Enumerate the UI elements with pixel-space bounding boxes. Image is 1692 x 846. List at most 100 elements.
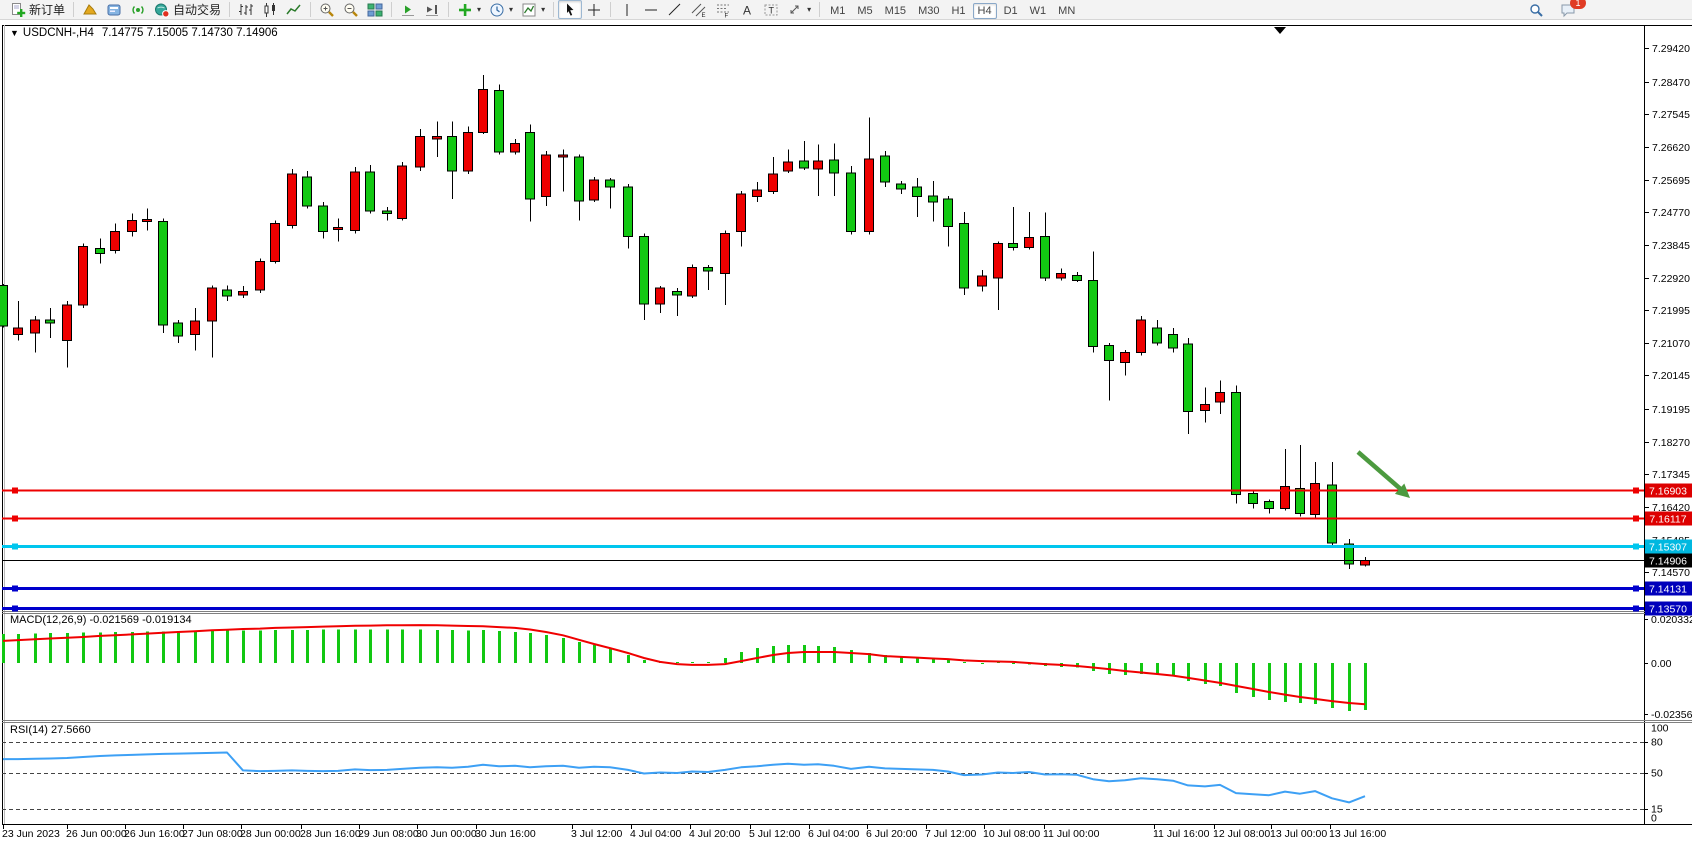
candle-body [303, 177, 312, 206]
macd-signal-line [3, 625, 1365, 704]
line-handle[interactable] [12, 516, 18, 522]
zoom-in-button[interactable] [315, 0, 339, 19]
signals-button[interactable] [126, 0, 150, 19]
timeframe-button-D1[interactable]: D1 [999, 3, 1023, 19]
candle-body [913, 187, 922, 197]
macd-tick-label: -0.023565 [1651, 709, 1692, 721]
timeframe-group: M1M5M15M30H1H4D1W1MN [824, 3, 1081, 17]
price-badge-label: 7.16903 [1649, 485, 1687, 497]
community-chat-button[interactable]: 1 [1556, 0, 1580, 19]
candlestick-chart-button[interactable] [258, 0, 282, 19]
price-tick-label: 7.27545 [1652, 109, 1690, 121]
line-chart-button[interactable] [282, 0, 306, 19]
timeframe-button-H4[interactable]: H4 [973, 3, 997, 19]
clock-icon [489, 2, 505, 18]
search-icon [1528, 2, 1544, 18]
candle-body [814, 161, 823, 169]
time-tick-label: 13 Jul 00:00 [1270, 828, 1327, 840]
line-handle[interactable] [12, 488, 18, 494]
dropdown-caret-icon: ▾ [509, 5, 513, 14]
zoom-out-button[interactable] [339, 0, 363, 19]
periods-button[interactable]: ▾ [485, 0, 517, 19]
annotation-arrow[interactable] [1358, 452, 1404, 492]
timeframe-button-M1[interactable]: M1 [825, 3, 850, 19]
line-handle[interactable] [1633, 586, 1639, 592]
indicators-button[interactable]: ▾ [453, 0, 485, 19]
time-tick-label: 6 Jul 04:00 [808, 828, 860, 840]
candle-body [721, 233, 730, 273]
chart-shift-icon [424, 2, 440, 18]
candle-body [865, 159, 874, 231]
candle-body [351, 172, 360, 231]
chart-canvas[interactable]: 7.294207.284707.275457.266207.256957.247… [0, 0, 1692, 846]
candle-body [1057, 273, 1066, 278]
candle-body [606, 180, 615, 187]
candle-body [1249, 494, 1258, 504]
text-label-tool-button[interactable]: T [759, 0, 783, 19]
timeframe-button-W1[interactable]: W1 [1025, 3, 1052, 19]
text-tool-button[interactable]: A [735, 0, 759, 19]
symbol-dropdown-icon[interactable]: ▼ [10, 28, 19, 38]
candle-body [239, 291, 248, 295]
timeframe-button-M5[interactable]: M5 [852, 3, 877, 19]
line-handle[interactable] [12, 544, 18, 550]
candle-body [256, 261, 265, 290]
tile-windows-icon [367, 2, 383, 18]
auto-scroll-button[interactable] [396, 0, 420, 19]
horizontal-line-tool-button[interactable] [639, 0, 663, 19]
channel-tool-button[interactable]: E [687, 0, 711, 19]
candle-body [1184, 344, 1193, 411]
timeframe-button-H1[interactable]: H1 [946, 3, 970, 19]
fibonacci-tool-button[interactable]: F [711, 0, 735, 19]
price-tick-label: 7.29420 [1652, 43, 1690, 55]
candle-body [1265, 501, 1274, 508]
timeframe-button-MN[interactable]: MN [1053, 3, 1080, 19]
svg-text:T: T [769, 5, 775, 15]
new-order-button[interactable]: 新订单 [6, 0, 69, 19]
macd-indicator-label: MACD(12,26,9) -0.021569 -0.019134 [10, 614, 192, 626]
line-handle[interactable] [1633, 606, 1639, 612]
data-window-button[interactable] [102, 0, 126, 19]
candle-body [769, 174, 778, 192]
candle-body [688, 267, 697, 296]
candle-body [1105, 346, 1114, 361]
candle-body [31, 320, 40, 333]
line-chart-icon [286, 2, 302, 18]
templates-button[interactable]: ▾ [517, 0, 549, 19]
trendline-tool-button[interactable] [663, 0, 687, 19]
equidistant-channel-icon: E [691, 2, 707, 18]
line-handle[interactable] [1633, 488, 1639, 494]
price-tick-label: 7.17345 [1652, 469, 1690, 481]
candle-body [704, 267, 713, 271]
rsi-line [3, 753, 1365, 803]
market-watch-button[interactable] [78, 0, 102, 19]
vertical-line-tool-button[interactable] [615, 0, 639, 19]
bar-chart-button[interactable] [234, 0, 258, 19]
line-handle[interactable] [12, 606, 18, 612]
toolbar-separator [610, 2, 611, 17]
price-badge-label: 7.13570 [1649, 603, 1687, 615]
tile-windows-button[interactable] [363, 0, 387, 19]
timeframe-button-M30[interactable]: M30 [913, 3, 944, 19]
toolbar-separator [229, 2, 230, 17]
time-tick-label: 6 Jul 20:00 [866, 828, 918, 840]
timeframe-button-M15[interactable]: M15 [880, 3, 911, 19]
chart-shift-button[interactable] [420, 0, 444, 19]
line-handle[interactable] [1633, 516, 1639, 522]
arrows-tool-button[interactable]: ▾ [783, 0, 815, 19]
candle-body [1025, 238, 1034, 248]
auto-trading-button[interactable]: 自动交易 [150, 0, 225, 19]
chart-shift-marker[interactable] [1274, 27, 1286, 34]
time-tick-label: 28 Jun 16:00 [300, 828, 361, 840]
line-handle[interactable] [12, 586, 18, 592]
search-button[interactable] [1524, 0, 1548, 19]
candle-body [96, 249, 105, 254]
cursor-tool-button[interactable] [558, 0, 582, 19]
candle-body [416, 136, 425, 167]
indicators-icon [457, 2, 473, 18]
candle-body [542, 155, 551, 197]
candle-body [1073, 275, 1082, 280]
new-order-label: 新订单 [29, 1, 65, 18]
crosshair-tool-button[interactable] [582, 0, 606, 19]
line-handle[interactable] [1633, 544, 1639, 550]
